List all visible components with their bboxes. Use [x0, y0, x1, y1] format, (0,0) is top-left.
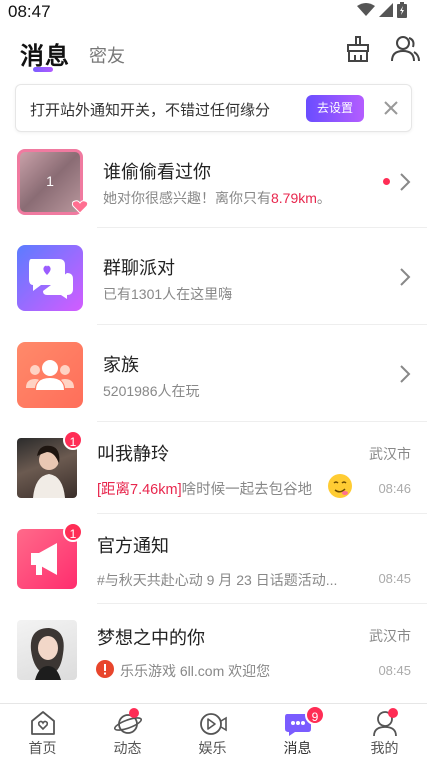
moments-unread-dot	[129, 708, 139, 718]
conversation-preview: 乐乐游戏 6ll.com 欢迎您	[120, 663, 271, 679]
conversation-city: 武汉市	[369, 628, 411, 644]
clean-broom-icon[interactable]	[343, 34, 373, 64]
tab-messages[interactable]: 消息	[20, 36, 70, 71]
me-unread-dot	[388, 708, 398, 718]
home-icon	[31, 711, 55, 735]
conversation-city: 武汉市	[369, 446, 411, 462]
status-time: 08:47	[8, 2, 51, 21]
contacts-icon[interactable]	[390, 34, 420, 64]
family-subtitle: 5201986人在玩	[103, 383, 200, 399]
unread-dot	[383, 178, 390, 185]
top-header: 消息 密友	[0, 26, 427, 78]
notification-banner-text: 打开站外通知开关，不错过任何缘分	[30, 102, 271, 119]
people-group-icon	[26, 360, 74, 390]
nav-messages-label: 消息	[283, 740, 312, 756]
nav-moments[interactable]: 动态	[85, 704, 170, 761]
nav-home[interactable]: 首页	[0, 704, 85, 761]
close-icon[interactable]	[378, 95, 404, 121]
visitors-title: 谁偷偷看过你	[103, 162, 211, 182]
conversation-time: 08:46	[378, 481, 411, 496]
status-icons	[357, 2, 407, 18]
conversation-name: 官方通知	[97, 536, 169, 556]
family-avatar	[17, 342, 83, 408]
chevron-right-icon	[400, 173, 411, 191]
battery-icon	[397, 2, 407, 18]
person-photo-icon	[30, 628, 64, 680]
nav-messages[interactable]: 9 消息	[255, 704, 340, 761]
video-icon	[200, 713, 227, 735]
conversation-item-official[interactable]: 1 官方通知 #与秋天共赴心动 9 月 23 日话题活动... 08:45	[0, 514, 427, 604]
unread-badge: 1	[63, 430, 83, 450]
group-chat-title: 群聊派对	[103, 258, 175, 278]
nav-me-label: 我的	[370, 740, 399, 756]
family-title: 家族	[103, 355, 139, 375]
nav-me[interactable]: 我的	[342, 704, 427, 761]
conversation-preview: #与秋天共赴心动 9 月 23 日话题活动...	[97, 572, 338, 588]
tab-indicator	[33, 67, 53, 72]
chevron-right-icon	[400, 365, 411, 383]
list-item-family[interactable]: 家族 5201986人在玩	[0, 325, 427, 422]
avatar	[17, 620, 77, 680]
status-bar: 08:47	[0, 0, 427, 24]
wifi-icon	[357, 3, 375, 16]
warning-icon	[96, 660, 114, 678]
conversation-preview: [距离7.46km]啥时候一起去包谷地	[97, 482, 313, 498]
chat-bubble-icon	[29, 259, 73, 299]
visitor-count: 1	[46, 173, 54, 189]
messages-badge: 9	[305, 705, 325, 725]
notification-banner: 打开站外通知开关，不错过任何缘分 去设置	[15, 84, 412, 132]
nav-moments-label: 动态	[113, 740, 142, 756]
group-chat-subtitle: 已有1301人在这里嗨	[103, 286, 233, 302]
smirk-emoji-icon	[328, 474, 352, 498]
bottom-navigation: 首页 动态 娱乐 9 消息 我的	[0, 703, 427, 761]
visitors-subtitle: 她对你很感兴趣！离你只有8.79km。	[103, 190, 331, 206]
nav-entertainment[interactable]: 娱乐	[170, 704, 255, 761]
tab-close-friends[interactable]: 密友	[89, 42, 125, 68]
conversation-time: 08:45	[378, 663, 411, 678]
nav-entertainment-label: 娱乐	[198, 740, 227, 756]
conversation-item[interactable]: 1 叫我静玲 武汉市 [距离7.46km]啥时候一起去包谷地 08:46	[0, 422, 427, 514]
conversation-name: 叫我静玲	[97, 444, 169, 464]
list-item-visitors[interactable]: 1 谁偷偷看过你 她对你很感兴趣！离你只有8.79km。	[0, 140, 427, 228]
heart-icon	[72, 200, 88, 214]
conversation-name: 梦想之中的你	[97, 628, 205, 648]
chevron-right-icon	[400, 268, 411, 286]
group-chat-avatar	[17, 245, 83, 311]
unread-badge: 1	[63, 522, 83, 542]
conversation-time: 08:45	[378, 571, 411, 586]
signal-icon	[379, 3, 393, 17]
go-settings-button[interactable]: 去设置	[306, 95, 364, 122]
list-item-group-chat[interactable]: 群聊派对 已有1301人在这里嗨	[0, 228, 427, 325]
nav-home-label: 首页	[28, 740, 57, 756]
conversation-item[interactable]: 梦想之中的你 武汉市 乐乐游戏 6ll.com 欢迎您 08:45	[0, 604, 427, 700]
